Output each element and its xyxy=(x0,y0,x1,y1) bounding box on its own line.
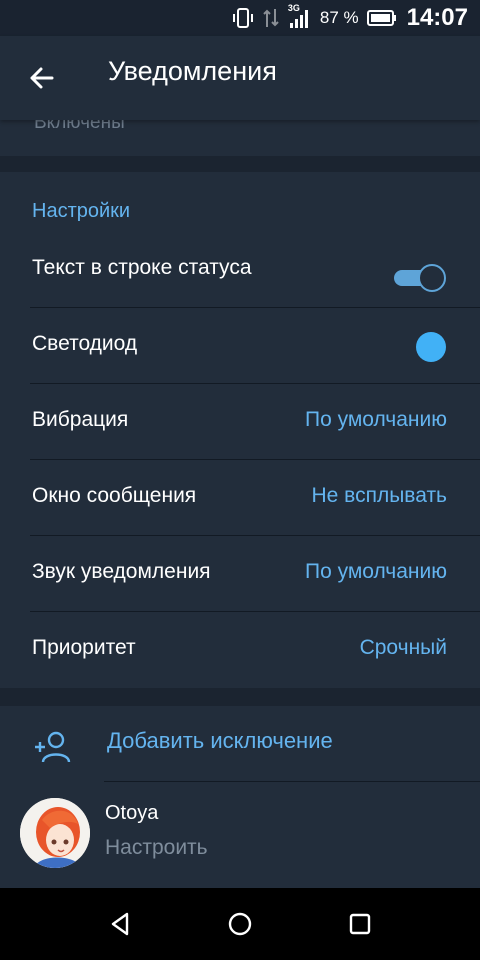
settings-header: Настройки xyxy=(32,200,131,222)
back-arrow-icon[interactable] xyxy=(26,62,58,94)
nav-back-icon[interactable] xyxy=(107,910,135,938)
vibrate-icon xyxy=(232,7,254,29)
settings-card: Настройки Текст в строке статуса Светоди… xyxy=(0,172,480,688)
popup-label: Окно сообщения xyxy=(32,484,197,507)
priority-label: Приоритет xyxy=(32,636,136,659)
exception-user-row[interactable]: Otoya Настроить xyxy=(0,782,480,888)
network-type: 3G xyxy=(287,3,300,13)
battery-percent: 87 % xyxy=(319,8,359,27)
exceptions-card: Добавить исключение Otoya Настроить xyxy=(0,706,480,888)
sound-value: По умолчанию xyxy=(304,560,447,583)
popup-value: Не всплывать xyxy=(311,484,447,507)
nav-recents-icon[interactable] xyxy=(346,910,374,938)
data-transfer-icon xyxy=(262,7,280,29)
sound-label: Звук уведомления xyxy=(32,560,211,583)
nav-home-icon[interactable] xyxy=(226,910,254,938)
popup-row[interactable]: Окно сообщения Не всплывать xyxy=(0,460,480,536)
add-exception-label: Добавить исключение xyxy=(107,728,333,753)
avatar xyxy=(20,798,90,868)
priority-row[interactable]: Приоритет Срочный xyxy=(0,612,480,688)
status-bar-text-label: Текст в строке статуса xyxy=(32,256,252,279)
battery-icon xyxy=(366,9,397,27)
clock: 14:07 xyxy=(406,4,468,31)
page-title: Уведомления xyxy=(108,56,277,86)
add-user-icon xyxy=(33,730,71,764)
sound-row[interactable]: Звук уведомления По умолчанию xyxy=(0,536,480,612)
toggle-knob xyxy=(418,264,446,292)
vibration-value: По умолчанию xyxy=(304,408,447,431)
led-color-dot[interactable] xyxy=(416,332,446,362)
status-bar-text-toggle[interactable] xyxy=(394,264,446,292)
led-label: Светодиод xyxy=(32,332,138,355)
previous-setting-value: Включены xyxy=(34,120,125,133)
vibration-label: Вибрация xyxy=(32,408,129,431)
exception-user-action: Настроить xyxy=(105,836,208,859)
navigation-bar xyxy=(0,888,480,960)
add-exception-row[interactable]: Добавить исключение xyxy=(0,706,480,782)
status-bar: 3G 87 % 14:07 xyxy=(0,0,480,36)
led-row[interactable]: Светодиод xyxy=(0,308,480,384)
vibration-row[interactable]: Вибрация По умолчанию xyxy=(0,384,480,460)
exception-user-name: Otoya xyxy=(105,802,159,824)
priority-value: Срочный xyxy=(359,636,447,659)
previous-section: Включены xyxy=(0,120,480,156)
app-bar: Уведомления xyxy=(0,36,480,120)
signal-icon: 3G xyxy=(288,3,312,29)
status-bar-text-row[interactable]: Текст в строке статуса xyxy=(0,232,480,308)
